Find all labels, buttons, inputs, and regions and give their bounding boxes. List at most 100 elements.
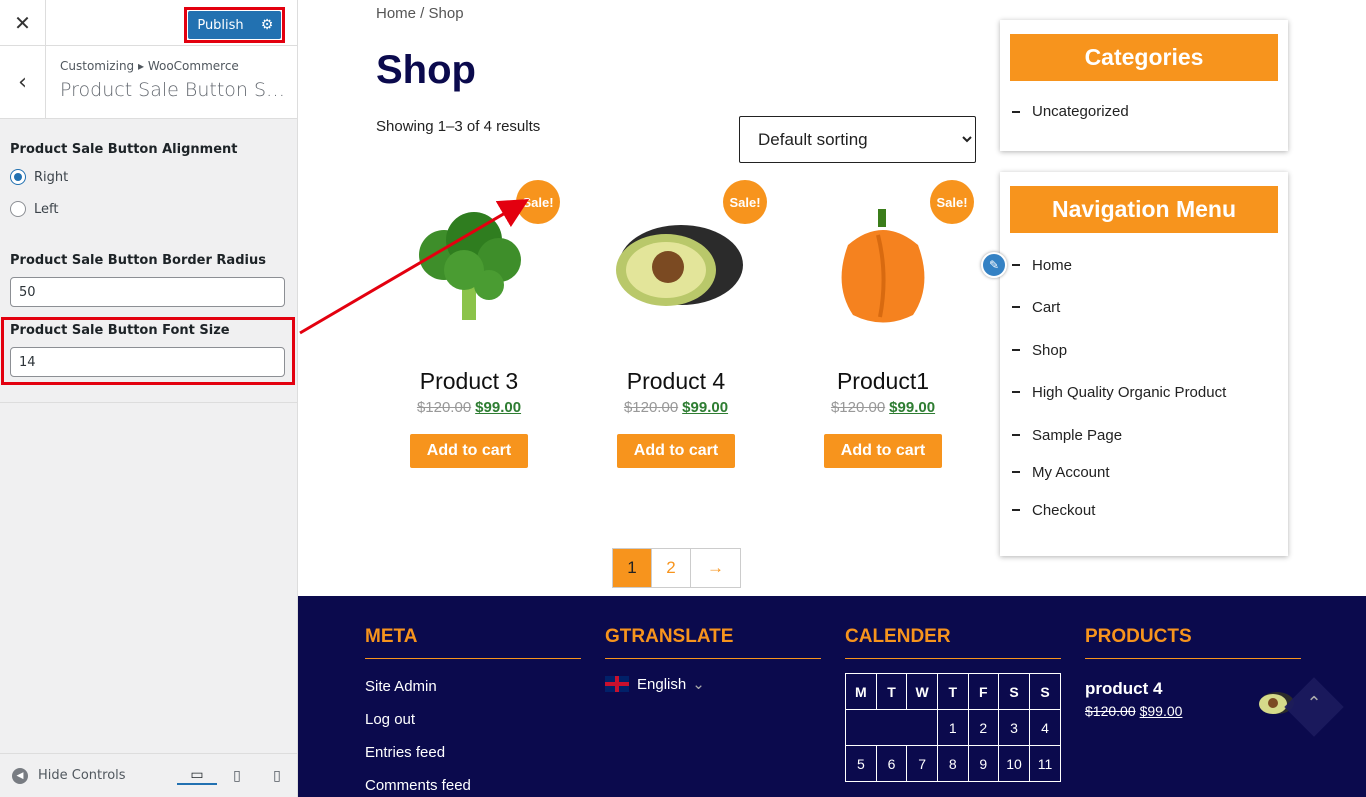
- publish-highlight: Publish ⚙: [184, 7, 285, 43]
- next-page[interactable]: →: [691, 549, 740, 587]
- page-1[interactable]: 1: [613, 549, 652, 587]
- radius-control: Product Sale Button Border Radius: [10, 253, 285, 307]
- pagination: 1 2 →: [612, 548, 741, 588]
- day-header: W: [906, 673, 939, 710]
- site-footer: META Site Admin Log out Entries feed Com…: [298, 596, 1366, 797]
- old-price: $120.00: [1085, 703, 1136, 719]
- nav-item-checkout[interactable]: Checkout: [1012, 500, 1288, 520]
- customizer-footer: ◀ Hide Controls ▭ ▯ ▯: [0, 753, 297, 797]
- breadcrumb[interactable]: Home / Shop: [376, 5, 464, 22]
- product-price: $120.00 $99.00: [798, 399, 968, 416]
- calendar-empty: [844, 709, 939, 746]
- calendar-table: M T W T F S S 1 2 3 4 5 6 7 8 9 10 11: [844, 673, 1061, 782]
- old-price: $120.00: [623, 399, 679, 416]
- calendar-day: 10: [998, 745, 1031, 782]
- font-size-control: Product Sale Button Font Size: [10, 323, 285, 377]
- close-customizer-button[interactable]: ✕: [0, 0, 46, 46]
- gear-icon[interactable]: ⚙: [253, 17, 281, 33]
- site-preview: Home / Shop Shop Showing 1–3 of 4 result…: [298, 0, 1366, 797]
- sale-badge: Sale!: [516, 180, 560, 224]
- product-card[interactable]: Sale! Product1 $120.00 $99.00 Add to cart: [798, 180, 974, 468]
- footer-gtranslate: GTRANSLATE English ⌄: [605, 626, 821, 693]
- publish-button[interactable]: Publish ⚙: [188, 11, 281, 39]
- category-item[interactable]: Uncategorized: [1012, 103, 1288, 120]
- nav-item-shop[interactable]: Shop: [1012, 340, 1288, 360]
- radius-label: Product Sale Button Border Radius: [10, 253, 266, 268]
- nav-item-organic[interactable]: High Quality Organic Product: [1012, 382, 1288, 402]
- product-card[interactable]: Sale! Product 4 $120.00 $99.00 Add to car…: [591, 180, 767, 468]
- product-card[interactable]: Sale! Product 3 $120.00 $99.00 Add to car…: [384, 180, 560, 468]
- radio-left[interactable]: Left: [10, 201, 237, 217]
- sale-price: $99.00: [475, 399, 522, 416]
- mobile-preview-icon[interactable]: ▯: [257, 768, 297, 784]
- calendar-title: CALENDER: [845, 626, 1061, 659]
- product-name[interactable]: Product 3: [384, 368, 554, 395]
- chevron-left-icon: ‹: [18, 70, 27, 95]
- hide-icon: ◀: [12, 767, 28, 784]
- calendar-row: 1 2 3 4: [844, 709, 1061, 746]
- nav-item-sample[interactable]: Sample Page: [1012, 425, 1288, 445]
- font-size-label: Product Sale Button Font Size: [10, 323, 230, 338]
- chevron-down-icon: ⌄: [692, 676, 705, 693]
- footer-meta: META Site Admin Log out Entries feed Com…: [365, 626, 581, 794]
- calendar-day: 1: [937, 709, 969, 746]
- navigation-title: Navigation Menu: [1010, 186, 1278, 233]
- navigation-widget: Navigation Menu Home Cart Shop High Qual…: [1000, 172, 1288, 556]
- back-button[interactable]: ‹: [0, 46, 46, 119]
- add-to-cart-button[interactable]: Add to cart: [823, 434, 943, 468]
- footer-calendar: CALENDER M T W T F S S 1 2 3 4 5 6 7 8 9…: [844, 626, 1061, 782]
- gtranslate-title: GTRANSLATE: [605, 626, 821, 659]
- calendar-day: 2: [967, 709, 1000, 746]
- calendar-day: 6: [875, 745, 908, 782]
- radio-right[interactable]: Right: [10, 169, 237, 185]
- font-size-input[interactable]: [10, 347, 285, 377]
- uk-flag-icon: [605, 676, 629, 692]
- categories-list: Uncategorized: [1000, 103, 1288, 120]
- sale-price: $99.00: [682, 399, 729, 416]
- product-price: $120.00 $99.00: [591, 399, 761, 416]
- meta-link[interactable]: Comments feed: [365, 777, 581, 794]
- nav-item-cart[interactable]: Cart: [1012, 297, 1288, 317]
- section-header: ‹ Customizing ▸ WooCommerce Product Sale…: [0, 46, 297, 119]
- add-to-cart-button[interactable]: Add to cart: [616, 434, 736, 468]
- calendar-day: 3: [998, 709, 1031, 746]
- chevron-up-icon: ⌃: [1306, 693, 1322, 713]
- tablet-preview-icon[interactable]: ▯: [217, 768, 257, 784]
- sorting-select[interactable]: Default sorting: [739, 116, 976, 163]
- product-price: $120.00 $99.00: [384, 399, 554, 416]
- categories-title: Categories: [1010, 34, 1278, 81]
- edit-pencil-icon[interactable]: ✎: [981, 252, 1007, 278]
- sale-price: $99.00: [1139, 703, 1183, 719]
- product-name[interactable]: Product 4: [591, 368, 761, 395]
- hide-controls-button[interactable]: ◀ Hide Controls: [12, 767, 177, 784]
- page-2[interactable]: 2: [652, 549, 691, 587]
- meta-link[interactable]: Site Admin: [365, 678, 581, 695]
- day-header: T: [875, 673, 908, 710]
- meta-title: META: [365, 626, 581, 659]
- add-to-cart-button[interactable]: Add to cart: [409, 434, 529, 468]
- customizer-header: ✕ Publish ⚙: [0, 0, 297, 46]
- old-price: $120.00: [416, 399, 472, 416]
- desktop-preview-icon[interactable]: ▭: [177, 767, 217, 785]
- meta-link[interactable]: Log out: [365, 711, 581, 728]
- result-count: Showing 1–3 of 4 results: [376, 118, 541, 135]
- radio-left-label: Left: [34, 201, 59, 217]
- meta-link[interactable]: Entries feed: [365, 744, 581, 761]
- calendar-day: 9: [967, 745, 1000, 782]
- old-price: $120.00: [830, 399, 886, 416]
- page-title: Shop: [376, 48, 476, 92]
- radio-right-dot[interactable]: [10, 169, 26, 185]
- day-header: S: [1029, 673, 1061, 710]
- nav-item-home[interactable]: Home: [1012, 255, 1288, 275]
- nav-item-account[interactable]: My Account: [1012, 462, 1288, 482]
- sale-badge: Sale!: [723, 180, 767, 224]
- language-selector[interactable]: English ⌄: [605, 675, 821, 693]
- day-header: S: [998, 673, 1031, 710]
- radius-input[interactable]: [10, 277, 285, 307]
- radio-left-dot[interactable]: [10, 201, 26, 217]
- calendar-day: 4: [1029, 709, 1061, 746]
- products-title: PRODUCTS: [1085, 626, 1301, 659]
- alignment-control: Product Sale Button Alignment Right Left: [10, 142, 237, 217]
- publish-label: Publish: [197, 17, 244, 33]
- product-name[interactable]: Product1: [798, 368, 968, 395]
